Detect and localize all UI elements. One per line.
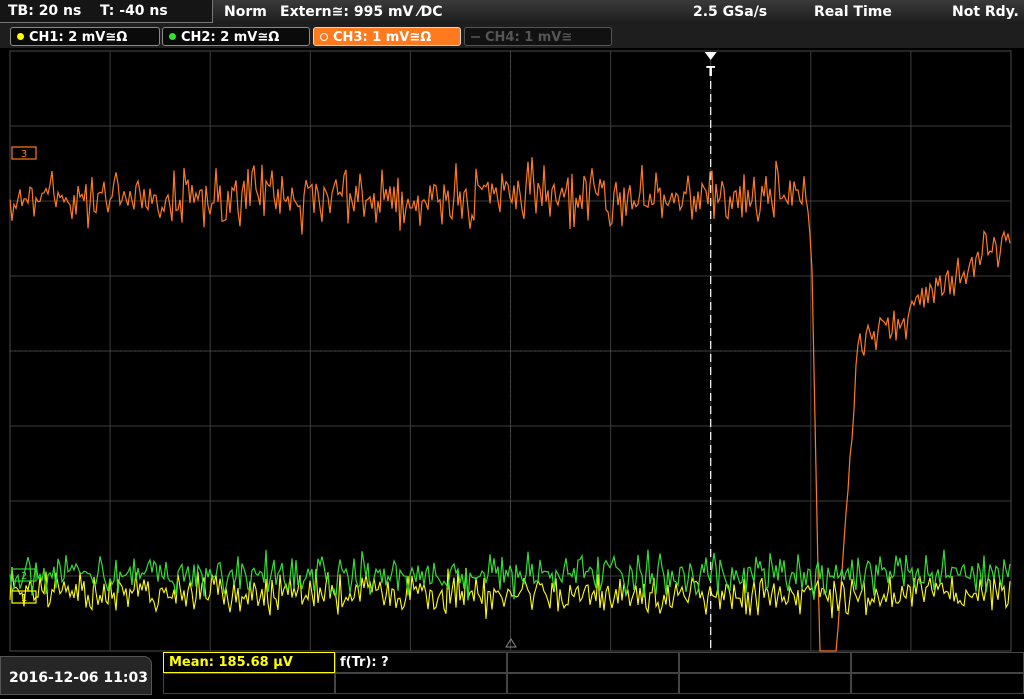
mean-measurement: Mean: 185.68 µV — [169, 655, 293, 670]
waveform-canvas[interactable]: T 3 2 1 — [0, 50, 1024, 652]
measurement-cell-10[interactable] — [851, 673, 1024, 694]
timebase-box[interactable]: TB: 20 ns T: -40 ns — [0, 0, 213, 23]
trigger-marker-label: T — [706, 65, 715, 80]
sample-rate: 2.5 GSa/s — [693, 4, 768, 20]
trigger-time-readout: T: -40 ns — [100, 3, 168, 19]
trigger-position-icon — [704, 52, 717, 60]
rise-time-measurement: f(Tr): ? — [340, 655, 389, 670]
ch2-label: CH2: 2 mV≅Ω — [181, 30, 280, 45]
measurement-cell-8[interactable] — [507, 673, 679, 694]
ch4-indicator-icon — [471, 35, 480, 38]
measurement-cell-3[interactable] — [507, 652, 679, 673]
ch4-label: CH4: 1 mV≅ — [485, 30, 573, 45]
tab-ch4[interactable]: CH4: 1 mV≅ — [464, 27, 612, 46]
channel-bar: CH1: 2 mV≅Ω CH2: 2 mV≅Ω CH3: 1 mV≅Ω CH4:… — [0, 24, 1024, 48]
ch3-indicator-icon — [320, 32, 328, 41]
measurement-cell-4[interactable] — [679, 652, 851, 673]
ch3-offset-marker[interactable]: 3 — [11, 146, 37, 160]
timebase-readout: TB: 20 ns — [8, 3, 82, 19]
status-bar: TB: 20 ns T: -40 ns Norm Extern≅: 995 mV… — [0, 0, 1024, 24]
measurement-panel: Mean: 185.68 µV f(Tr): ? — [163, 652, 1024, 695]
trigger-mode[interactable]: Norm — [224, 0, 267, 22]
measurement-cell-5[interactable] — [851, 652, 1024, 673]
ch1-marker-label: 1 — [21, 593, 27, 604]
graticule — [10, 51, 1011, 651]
ch3-label: CH3: 1 mV≅Ω — [333, 30, 432, 45]
tab-ch1[interactable]: CH1: 2 mV≅Ω — [10, 27, 160, 46]
ch1-label: CH1: 2 mV≅Ω — [29, 30, 128, 45]
measurement-cell-1[interactable]: Mean: 185.68 µV — [163, 652, 335, 673]
measurement-cell-9[interactable] — [679, 673, 851, 694]
tab-ch2[interactable]: CH2: 2 mV≅Ω — [162, 27, 310, 46]
acquisition-mode: Real Time — [814, 4, 892, 20]
trigger-source[interactable]: Extern≅: 995 mV ⁄DC — [280, 0, 442, 22]
ch3-marker-label: 3 — [21, 149, 27, 160]
measurement-cell-7[interactable] — [335, 673, 507, 694]
run-state: Not Rdy. — [952, 4, 1019, 20]
waveform-display[interactable]: T 3 2 1 — [0, 50, 1024, 652]
measurement-cell-6[interactable] — [163, 673, 335, 694]
bottom-bar: 2016-12-06 11:03 Mean: 185.68 µV f(Tr): … — [0, 652, 1024, 695]
ch2-indicator-icon — [169, 33, 176, 40]
tab-ch3[interactable]: CH3: 1 mV≅Ω — [313, 27, 461, 46]
datetime-display: 2016-12-06 11:03 — [0, 656, 152, 695]
ch2-marker-label: 2 — [21, 571, 27, 582]
measurement-cell-2[interactable]: f(Tr): ? — [335, 652, 507, 673]
ch1-indicator-icon — [17, 33, 24, 40]
